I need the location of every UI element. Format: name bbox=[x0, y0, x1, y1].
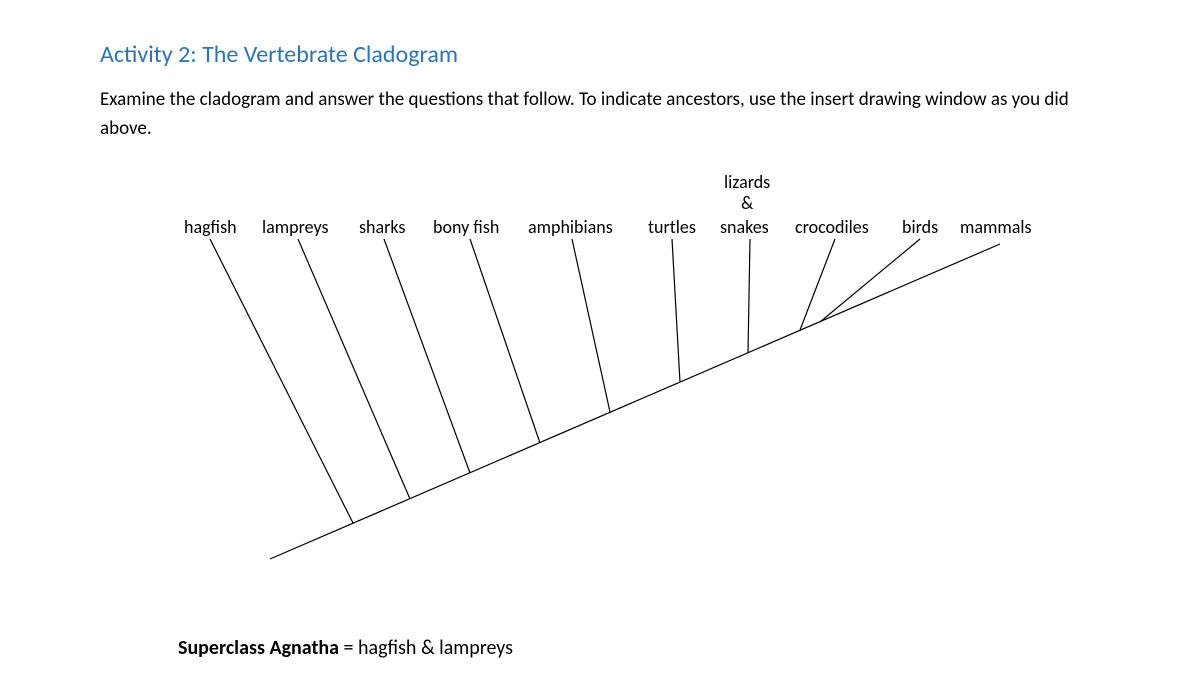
branch-birds bbox=[820, 239, 920, 322]
superclass-agnatha-label: Superclass Agnatha = hagfish & lampreys bbox=[178, 636, 513, 660]
footer-rest: = hagfish & lampreys bbox=[339, 636, 513, 660]
branch-turtles bbox=[672, 239, 680, 382]
cladogram-diagram: lizards & hagfish lampreys sharks bony f… bbox=[100, 184, 1100, 604]
branch-amphibians bbox=[572, 239, 610, 412]
instructions-text: Examine the cladogram and answer the que… bbox=[100, 85, 1100, 144]
branch-hagfish bbox=[210, 239, 353, 523]
branch-sharks bbox=[384, 239, 470, 473]
activity-title: Activity 2: The Vertebrate Cladogram bbox=[100, 40, 1100, 69]
branch-lampreys bbox=[298, 239, 410, 499]
branch-lizards-snakes bbox=[748, 239, 750, 353]
footer-bold: Superclass Agnatha bbox=[178, 636, 339, 660]
branch-crocodiles bbox=[800, 239, 835, 330]
branch-bony-fish bbox=[470, 239, 540, 443]
cladogram-svg bbox=[100, 184, 1100, 604]
